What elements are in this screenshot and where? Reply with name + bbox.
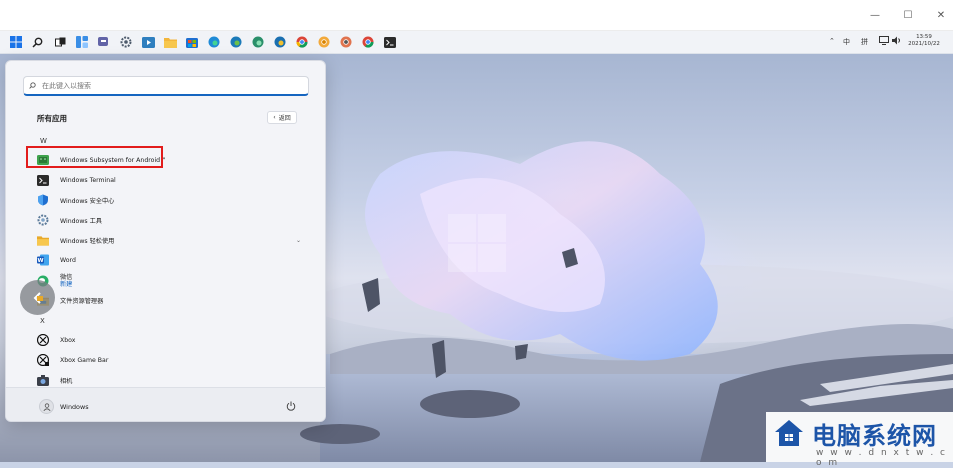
svg-text:W: W	[37, 258, 43, 264]
chevron-left-icon: ‹	[273, 114, 276, 121]
clock-date: 2021/10/22	[908, 41, 940, 47]
settings-icon[interactable]	[118, 34, 134, 50]
volume-icon[interactable]	[892, 36, 901, 47]
chrome-dev-icon[interactable]	[360, 34, 376, 50]
app-label: Windows 安全中心	[60, 197, 115, 205]
new-badge: 新建	[60, 281, 73, 288]
list-item-windows-ease-of-access[interactable]: Windows 轻松使用 ⌄	[25, 231, 319, 249]
app-label: Xbox Game Bar	[60, 356, 109, 364]
edge-beta-icon[interactable]	[228, 34, 244, 50]
widgets-icon[interactable]	[74, 34, 90, 50]
start-search-box[interactable]	[23, 76, 309, 96]
app-label: Windows Terminal	[60, 176, 116, 184]
app-label: Xbox	[60, 336, 76, 344]
tools-icon	[37, 214, 49, 226]
teams-chat-icon[interactable]	[96, 34, 112, 50]
chrome-canary-icon[interactable]	[338, 34, 354, 50]
list-item-file-explorer[interactable]: 文件资源管理器	[25, 291, 319, 309]
section-letter-w[interactable]: W	[40, 137, 47, 145]
arrow-left-icon	[33, 291, 43, 304]
app-label: 文件资源管理器	[60, 297, 104, 305]
chrome-beta-icon[interactable]	[316, 34, 332, 50]
watermark-url: w w w . d n x t w . c o m	[816, 448, 947, 468]
taskbar-clock[interactable]: 13:59 2021/10/22	[904, 34, 944, 48]
window-title-bar: — ☐ ✕	[0, 0, 953, 31]
user-avatar[interactable]	[39, 399, 54, 414]
app-label: Windows 工具	[60, 217, 102, 225]
list-item-xbox[interactable]: Xbox	[25, 331, 319, 349]
camera-icon	[37, 374, 49, 386]
highlight-box-wsa	[26, 146, 163, 168]
taskbar: ⌃ 中 拼 13:59 2021/10/22	[0, 31, 953, 54]
maximize-button[interactable]: ☐	[891, 6, 925, 24]
clock-time: 13:59	[916, 34, 932, 40]
app-label: Windows 轻松使用	[60, 237, 115, 245]
terminal-icon	[37, 174, 49, 186]
app-label: Word	[60, 256, 76, 264]
search-icon	[29, 82, 36, 89]
user-icon	[42, 402, 51, 411]
house-logo-icon	[775, 420, 803, 446]
maximize-icon: ☐	[903, 9, 913, 21]
edge-icon[interactable]	[206, 34, 222, 50]
search-icon[interactable]	[29, 34, 45, 50]
word-icon: W	[37, 254, 49, 266]
section-letter-x[interactable]: X	[40, 317, 45, 325]
minimize-button[interactable]: —	[858, 6, 892, 24]
windows-start-icon[interactable]	[8, 34, 24, 50]
chrome-icon[interactable]	[294, 34, 310, 50]
list-item-word[interactable]: W Word	[25, 251, 319, 269]
close-button[interactable]: ✕	[924, 6, 953, 24]
app-label: 相机	[60, 377, 73, 385]
shield-icon	[37, 194, 49, 206]
ime-mode-indicator[interactable]: 中	[843, 37, 850, 47]
edge-dev-icon[interactable]	[250, 34, 266, 50]
store-icon[interactable]	[184, 34, 200, 50]
media-player-icon[interactable]	[140, 34, 156, 50]
terminal-icon[interactable]	[382, 34, 398, 50]
close-icon: ✕	[936, 9, 946, 21]
user-name[interactable]: Windows	[60, 403, 89, 411]
list-item-xbox-game-bar[interactable]: Xbox Game Bar	[25, 351, 319, 369]
all-apps-title: 所有应用	[37, 114, 67, 123]
edge-canary-icon[interactable]	[272, 34, 288, 50]
back-label: 返回	[278, 115, 291, 122]
floating-back-button[interactable]	[20, 280, 55, 315]
list-item-windows-security[interactable]: Windows 安全中心	[25, 191, 319, 209]
power-icon	[286, 401, 296, 411]
xbox-game-bar-icon	[37, 354, 49, 366]
task-view-icon[interactable]	[52, 34, 68, 50]
power-button[interactable]	[285, 400, 297, 412]
chevron-down-icon[interactable]: ⌄	[296, 237, 301, 244]
list-item-windows-terminal[interactable]: Windows Terminal	[25, 171, 319, 189]
site-watermark: 电脑系统网 w w w . d n x t w . c o m	[766, 412, 953, 468]
search-input[interactable]	[40, 80, 284, 91]
list-item-windows-tools[interactable]: Windows 工具	[25, 211, 319, 229]
list-item-wechat[interactable]: 微信 新建	[25, 270, 319, 292]
minimize-icon: —	[870, 9, 880, 21]
network-icon[interactable]	[879, 36, 889, 47]
tray-overflow-chevron-icon[interactable]: ⌃	[829, 37, 835, 45]
ime-pinyin-indicator[interactable]: 拼	[861, 37, 868, 47]
watermark-title: 电脑系统网	[812, 421, 937, 450]
file-explorer-icon[interactable]	[162, 34, 178, 50]
app-label: 微信	[60, 274, 73, 281]
back-button[interactable]: ‹ 返回	[267, 111, 297, 124]
start-menu: 所有应用 ‹ 返回 W Windows Subsystem for Androi…	[5, 60, 326, 422]
folder-icon	[37, 234, 49, 246]
xbox-icon	[37, 334, 49, 346]
